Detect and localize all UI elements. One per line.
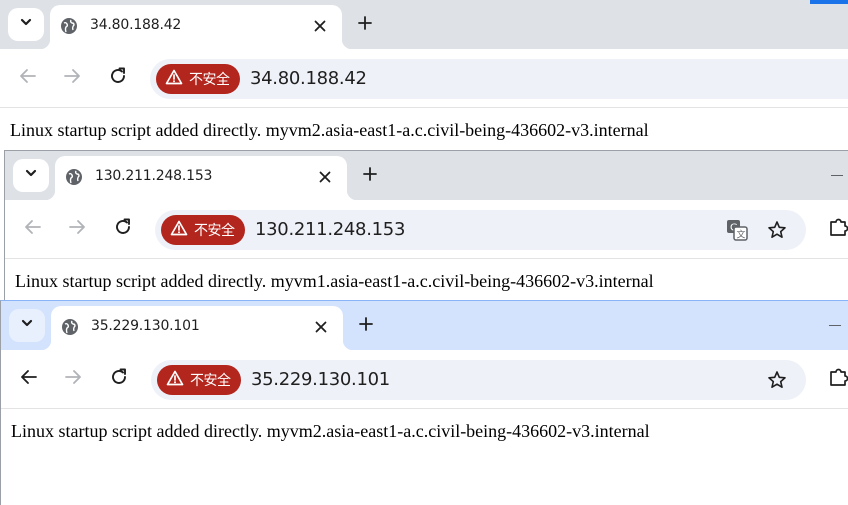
chevron-down-icon: [20, 316, 34, 335]
toolbar: 不安全 35.229.130.101: [1, 350, 848, 408]
warning-triangle-icon: [166, 370, 184, 391]
tab-list-button[interactable]: [9, 309, 45, 342]
tab-strip: 130.211.248.153: [5, 151, 848, 200]
plus-icon: [363, 166, 377, 186]
tab-strip: 35.229.130.101: [1, 301, 848, 350]
arrow-right-icon: [63, 67, 81, 90]
svg-text:文: 文: [737, 229, 746, 241]
forward-button[interactable]: [60, 66, 84, 90]
address-bar[interactable]: 不安全 34.80.188.42: [150, 59, 848, 99]
browser-window-3: 35.229.130.101 不安全 35.229.130.101 Linux …: [0, 300, 848, 505]
not-secure-chip[interactable]: 不安全: [157, 365, 241, 395]
forward-button[interactable]: [61, 367, 85, 391]
minimize-icon[interactable]: [829, 325, 841, 326]
tab-active[interactable]: 130.211.248.153: [45, 156, 357, 200]
not-secure-chip[interactable]: 不安全: [156, 64, 240, 94]
plus-icon: [359, 316, 373, 336]
reload-icon: [110, 368, 128, 391]
close-icon[interactable]: [315, 167, 335, 187]
toolbar-divider: [0, 107, 848, 108]
arrow-right-icon: [68, 218, 86, 241]
reload-button[interactable]: [106, 66, 130, 90]
forward-button[interactable]: [65, 217, 89, 241]
toolbar-divider: [1, 408, 848, 409]
address-bar[interactable]: 不安全 130.211.248.153 G文: [155, 210, 806, 250]
plus-icon: [358, 15, 372, 35]
new-tab-button[interactable]: [352, 12, 378, 38]
address-bar[interactable]: 不安全 35.229.130.101: [151, 360, 806, 400]
chevron-down-icon: [19, 15, 33, 34]
arrow-left-icon: [20, 368, 38, 391]
reload-icon: [109, 67, 127, 90]
warning-triangle-icon: [165, 69, 183, 90]
arrow-right-icon: [64, 368, 82, 391]
not-secure-chip[interactable]: 不安全: [161, 215, 245, 245]
close-icon[interactable]: [310, 16, 330, 36]
url-text[interactable]: 34.80.188.42: [250, 68, 367, 89]
security-label: 不安全: [194, 223, 235, 239]
star-icon[interactable]: [766, 219, 788, 241]
back-button[interactable]: [21, 217, 45, 241]
translate-icon[interactable]: G文: [726, 219, 748, 241]
new-tab-button[interactable]: [357, 163, 383, 189]
tab-strip: 34.80.188.42: [0, 0, 848, 49]
url-text[interactable]: 130.211.248.153: [255, 219, 405, 240]
toolbar-divider: [5, 258, 848, 259]
back-button[interactable]: [16, 66, 40, 90]
tab-title: 35.229.130.101: [91, 318, 200, 334]
extensions-button[interactable]: [827, 367, 848, 391]
arrow-left-icon: [24, 218, 42, 241]
window-focus-accent: [810, 0, 848, 4]
arrow-left-icon: [19, 67, 37, 90]
new-tab-button[interactable]: [353, 313, 379, 339]
reload-button[interactable]: [107, 367, 131, 391]
tab-active[interactable]: 34.80.188.42: [40, 5, 352, 49]
url-text[interactable]: 35.229.130.101: [251, 369, 390, 390]
security-label: 不安全: [189, 72, 230, 88]
reload-icon: [114, 218, 132, 241]
minimize-icon[interactable]: [831, 175, 843, 176]
globe-icon: [61, 318, 79, 336]
star-icon[interactable]: [766, 369, 788, 391]
tab-list-button[interactable]: [13, 159, 49, 192]
reload-button[interactable]: [111, 217, 135, 241]
page-content-text: Linux startup script added directly. myv…: [11, 421, 650, 441]
page-content-text: Linux startup script added directly. myv…: [10, 120, 649, 140]
warning-triangle-icon: [170, 220, 188, 241]
globe-icon: [60, 17, 78, 35]
tab-list-button[interactable]: [8, 8, 44, 41]
toolbar: 不安全 130.211.248.153 G文: [5, 200, 848, 258]
chevron-down-icon: [24, 166, 38, 185]
back-button[interactable]: [17, 367, 41, 391]
tab-active[interactable]: 35.229.130.101: [41, 306, 353, 350]
extensions-button[interactable]: [827, 217, 848, 241]
tab-title: 130.211.248.153: [95, 168, 213, 184]
close-icon[interactable]: [311, 317, 331, 337]
globe-icon: [65, 168, 83, 186]
tab-title: 34.80.188.42: [90, 17, 182, 33]
puzzle-icon: [828, 366, 848, 393]
toolbar: 不安全 34.80.188.42: [0, 49, 848, 107]
security-label: 不安全: [190, 373, 231, 389]
puzzle-icon: [828, 216, 848, 243]
page-content-text: Linux startup script added directly. myv…: [15, 271, 654, 291]
